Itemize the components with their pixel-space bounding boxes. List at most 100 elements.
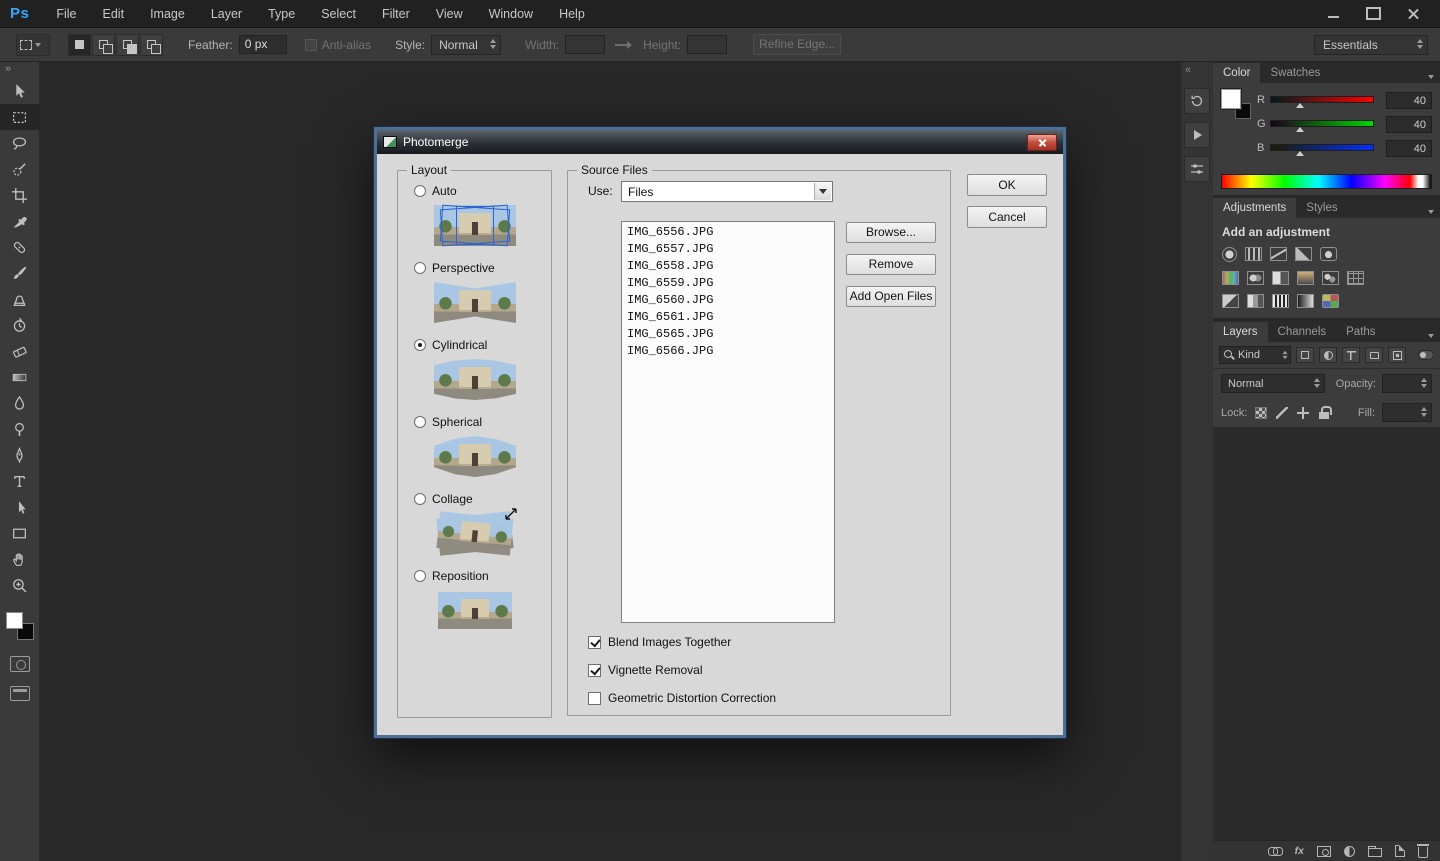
photo-filter-icon[interactable] bbox=[1297, 271, 1314, 285]
channel-mixer-icon[interactable] bbox=[1322, 271, 1339, 285]
smart-object-filter-icon[interactable] bbox=[1388, 347, 1406, 363]
black-white-icon[interactable] bbox=[1272, 271, 1289, 285]
blue-value-input[interactable]: 40 bbox=[1386, 140, 1432, 157]
ok-button[interactable]: OK bbox=[967, 174, 1047, 196]
new-selection-button[interactable] bbox=[68, 33, 91, 56]
blur-tool[interactable] bbox=[0, 390, 40, 416]
anti-alias-checkbox[interactable] bbox=[304, 38, 317, 51]
dock-expand-icon[interactable]: « bbox=[1181, 62, 1213, 80]
color-swatch-preview[interactable] bbox=[1221, 89, 1253, 121]
tab-layers[interactable]: Layers bbox=[1213, 322, 1268, 342]
levels-icon[interactable] bbox=[1245, 247, 1262, 261]
close-icon[interactable] bbox=[1400, 6, 1426, 22]
red-value-input[interactable]: 40 bbox=[1386, 92, 1432, 109]
pen-tool[interactable] bbox=[0, 442, 40, 468]
layout-option-perspective[interactable]: Perspective bbox=[414, 260, 551, 276]
menu-layer[interactable]: Layer bbox=[198, 0, 255, 28]
geometric-distortion-option[interactable]: Geometric Distortion Correction bbox=[588, 690, 776, 706]
toolbar-collapse-icon[interactable]: » bbox=[0, 62, 39, 78]
history-brush-tool[interactable] bbox=[0, 312, 40, 338]
filter-toggle-switch[interactable] bbox=[1418, 350, 1434, 360]
file-list-item[interactable]: IMG_6556.JPG bbox=[625, 224, 834, 241]
fill-select[interactable] bbox=[1382, 403, 1432, 422]
properties-panel-icon[interactable] bbox=[1184, 156, 1210, 182]
browse-button[interactable]: Browse... bbox=[846, 222, 936, 243]
minimize-icon[interactable] bbox=[1320, 6, 1346, 22]
gradient-map-icon[interactable] bbox=[1297, 294, 1314, 308]
tab-swatches[interactable]: Swatches bbox=[1260, 63, 1330, 83]
adjustment-layer-filter-icon[interactable] bbox=[1319, 347, 1337, 363]
lasso-tool[interactable] bbox=[0, 130, 40, 156]
blend-mode-select[interactable]: Normal bbox=[1221, 374, 1325, 393]
red-slider-thumb[interactable] bbox=[1296, 103, 1305, 108]
menu-select[interactable]: Select bbox=[308, 0, 369, 28]
dialog-title-bar[interactable]: Photomerge bbox=[377, 130, 1063, 154]
file-list-item[interactable]: IMG_6565.JPG bbox=[625, 326, 834, 343]
menu-filter[interactable]: Filter bbox=[369, 0, 423, 28]
opacity-select[interactable] bbox=[1382, 374, 1432, 393]
blue-slider-thumb[interactable] bbox=[1296, 151, 1305, 156]
layout-option-auto[interactable]: Auto bbox=[414, 183, 551, 199]
auto-radio[interactable] bbox=[414, 185, 426, 197]
actions-panel-icon[interactable] bbox=[1184, 122, 1210, 148]
threshold-icon[interactable] bbox=[1272, 294, 1289, 308]
new-layer-icon[interactable] bbox=[1395, 845, 1405, 857]
crop-tool[interactable] bbox=[0, 182, 40, 208]
move-tool[interactable] bbox=[0, 78, 40, 104]
menu-image[interactable]: Image bbox=[137, 0, 198, 28]
intersect-selection-button[interactable] bbox=[140, 33, 163, 56]
panel-menu-icon[interactable] bbox=[1428, 210, 1434, 214]
lock-pixels-icon[interactable] bbox=[1275, 406, 1289, 420]
menu-file[interactable]: File bbox=[43, 0, 89, 28]
type-tool[interactable] bbox=[0, 468, 40, 494]
file-list-item[interactable]: IMG_6566.JPG bbox=[625, 343, 834, 360]
vignette-removal-checkbox[interactable] bbox=[588, 663, 601, 677]
eyedropper-tool[interactable] bbox=[0, 208, 40, 234]
feather-input[interactable]: 0 px bbox=[238, 35, 287, 54]
tab-color[interactable]: Color bbox=[1213, 63, 1261, 83]
menu-view[interactable]: View bbox=[423, 0, 476, 28]
shape-layer-filter-icon[interactable] bbox=[1365, 347, 1383, 363]
blend-images-option[interactable]: Blend Images Together bbox=[588, 634, 731, 650]
color-balance-icon[interactable] bbox=[1247, 271, 1264, 285]
file-list-item[interactable]: IMG_6557.JPG bbox=[625, 241, 834, 258]
cancel-button[interactable]: Cancel bbox=[967, 206, 1047, 228]
layout-option-cylindrical[interactable]: Cylindrical bbox=[414, 337, 551, 353]
path-selection-tool[interactable] bbox=[0, 494, 40, 520]
reposition-radio[interactable] bbox=[414, 570, 426, 582]
restore-icon[interactable] bbox=[1360, 6, 1386, 22]
screen-mode-button[interactable] bbox=[9, 686, 30, 701]
foreground-color-preview[interactable] bbox=[1221, 89, 1241, 109]
color-lookup-icon[interactable] bbox=[1347, 271, 1364, 285]
panel-menu-icon[interactable] bbox=[1428, 334, 1434, 338]
remove-button[interactable]: Remove bbox=[846, 254, 936, 275]
color-spectrum-ramp[interactable] bbox=[1221, 174, 1432, 189]
green-slider-thumb[interactable] bbox=[1296, 127, 1305, 132]
width-input[interactable] bbox=[565, 35, 606, 54]
style-select[interactable]: Normal bbox=[431, 34, 502, 55]
dodge-tool[interactable] bbox=[0, 416, 40, 442]
add-open-files-button[interactable]: Add Open Files bbox=[846, 286, 936, 307]
lock-transparency-icon[interactable] bbox=[1254, 406, 1268, 420]
new-adjustment-layer-icon[interactable] bbox=[1344, 845, 1355, 857]
delete-layer-icon[interactable] bbox=[1417, 844, 1429, 858]
tab-styles[interactable]: Styles bbox=[1296, 198, 1347, 218]
layer-filter-kind-select[interactable]: Kind bbox=[1219, 346, 1291, 364]
lock-all-icon[interactable] bbox=[1317, 406, 1332, 420]
green-slider[interactable] bbox=[1270, 120, 1374, 127]
pixel-layer-filter-icon[interactable] bbox=[1296, 347, 1314, 363]
use-select[interactable]: Files bbox=[621, 181, 833, 202]
red-slider[interactable] bbox=[1270, 96, 1374, 103]
cylindrical-radio[interactable] bbox=[414, 339, 426, 351]
type-layer-filter-icon[interactable] bbox=[1342, 347, 1360, 363]
layout-option-spherical[interactable]: Spherical bbox=[414, 414, 551, 430]
gradient-tool[interactable] bbox=[0, 364, 40, 390]
selective-color-icon[interactable] bbox=[1322, 294, 1339, 308]
vignette-removal-option[interactable]: Vignette Removal bbox=[588, 662, 703, 678]
tab-adjustments[interactable]: Adjustments bbox=[1213, 198, 1297, 218]
file-list-item[interactable]: IMG_6560.JPG bbox=[625, 292, 834, 309]
curves-icon[interactable] bbox=[1270, 247, 1287, 261]
spherical-radio[interactable] bbox=[414, 416, 426, 428]
brush-tool[interactable] bbox=[0, 260, 40, 286]
add-to-selection-button[interactable] bbox=[92, 33, 115, 56]
